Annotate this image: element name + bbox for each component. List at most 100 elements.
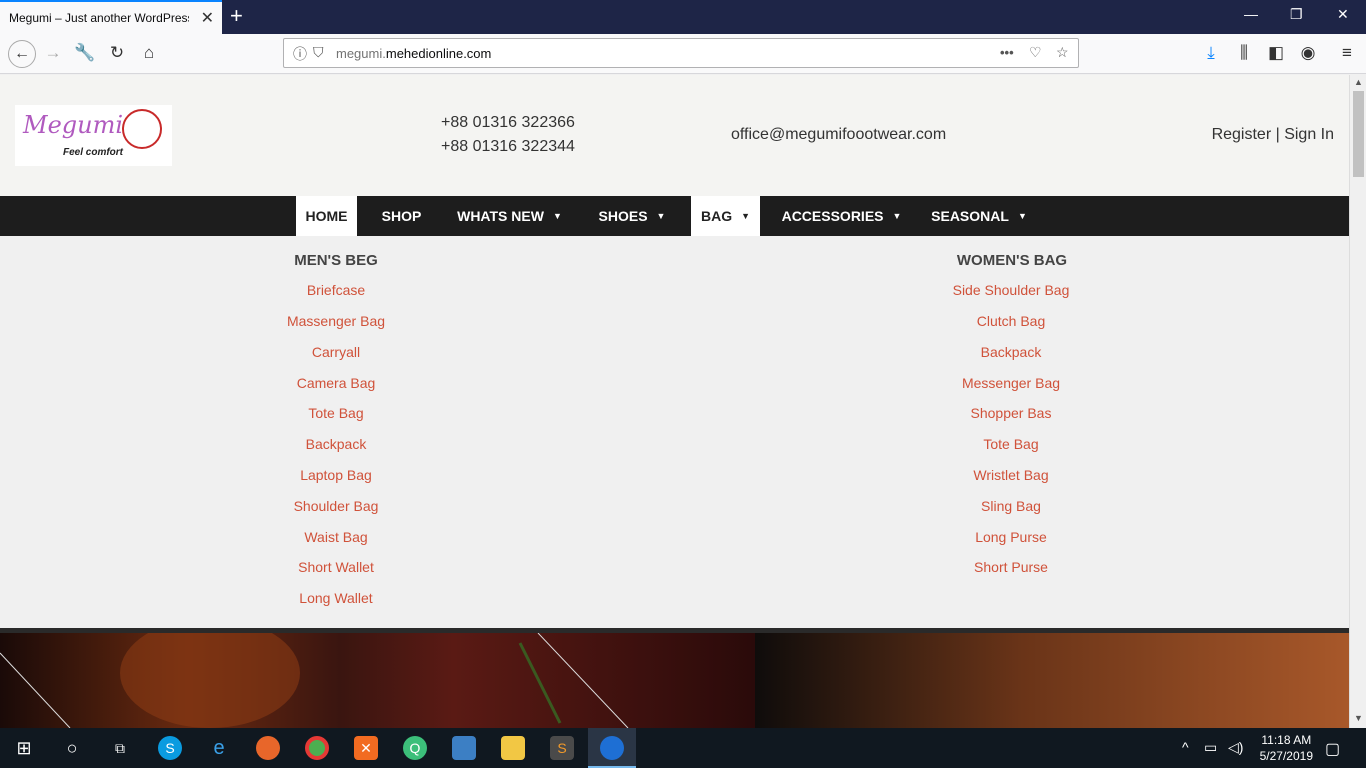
- scroll-down-icon[interactable]: ▼: [1354, 713, 1363, 723]
- menu-shoes-label: SHOES: [598, 208, 648, 224]
- notifications-icon[interactable]: ▢: [1325, 739, 1340, 759]
- firefox-dev-icon[interactable]: [600, 736, 624, 760]
- site-logo[interactable]: Megumi Feel comfort: [15, 105, 172, 166]
- mens-link[interactable]: Carryall: [236, 344, 436, 360]
- url-bar[interactable]: ⓘ ⛉ megumi.mehedionline.com ••• ♡ ☆: [283, 38, 1079, 68]
- caret-down-icon: ▼: [656, 211, 666, 221]
- taskbar-clock[interactable]: 11:18 AM 5/27/2019: [1260, 732, 1313, 764]
- banner-lines: [0, 618, 629, 728]
- caret-down-icon: ▼: [892, 211, 902, 221]
- wrench-icon[interactable]: 🔧: [73, 43, 97, 63]
- shield-icon[interactable]: ⛉: [313, 44, 324, 61]
- firefox-icon[interactable]: [256, 736, 280, 760]
- mens-link[interactable]: Tote Bag: [236, 405, 436, 421]
- clock-time: 11:18 AM: [1261, 733, 1312, 747]
- menu-icon[interactable]: ≡: [1335, 43, 1359, 63]
- browser-tab[interactable]: Megumi – Just another WordPress site ✕: [0, 0, 222, 34]
- register-signin-link[interactable]: Register | Sign In: [1212, 126, 1334, 144]
- page-actions-icon[interactable]: •••: [1000, 45, 1014, 60]
- womens-link[interactable]: Wristlet Bag: [911, 467, 1111, 483]
- forward-icon[interactable]: →: [41, 43, 65, 63]
- tray-chevron-icon[interactable]: ^: [1182, 739, 1189, 755]
- skype-icon[interactable]: S: [158, 736, 182, 760]
- windows-start-icon[interactable]: ⊞: [12, 736, 36, 760]
- edge-icon[interactable]: e: [207, 736, 231, 760]
- library-icon[interactable]: ⫼: [1232, 43, 1256, 63]
- pocket-icon[interactable]: ♡: [1029, 44, 1042, 61]
- mens-link[interactable]: Short Wallet: [236, 559, 436, 575]
- battery-icon[interactable]: ▭: [1204, 739, 1217, 756]
- scroll-up-icon[interactable]: ▲: [1354, 77, 1363, 87]
- windows-taskbar: ⊞ ○ ⧉ S e ✕ Q S ^ ▭ ◁) 11:18 AM 5/27/201…: [0, 728, 1366, 768]
- menu-accessories-label: ACCESSORIES: [781, 208, 884, 224]
- email-address[interactable]: office@megumifoootwear.com: [731, 126, 946, 144]
- womens-link[interactable]: Short Purse: [911, 559, 1111, 575]
- bag-mega-menu: MEN'S BEG Briefcase Massenger Bag Carrya…: [0, 236, 1349, 628]
- xampp-icon[interactable]: ✕: [354, 736, 378, 760]
- womens-link[interactable]: Backpack: [911, 344, 1111, 360]
- download-icon[interactable]: ⤓: [1199, 43, 1223, 63]
- file-explorer-icon[interactable]: [501, 736, 525, 760]
- menu-home-label: HOME: [305, 208, 348, 224]
- womens-link[interactable]: Long Purse: [911, 529, 1111, 545]
- womens-link[interactable]: Clutch Bag: [911, 313, 1111, 329]
- hero-banner: [0, 618, 1349, 728]
- account-icon[interactable]: ◉: [1296, 43, 1320, 63]
- mens-link[interactable]: Laptop Bag: [236, 467, 436, 483]
- phone-number-1: +88 01316 322366: [441, 114, 575, 131]
- search-icon[interactable]: ○: [60, 736, 84, 760]
- menu-bag[interactable]: BAG ▼: [691, 196, 760, 236]
- close-window-icon[interactable]: ✕: [1337, 6, 1349, 23]
- logo-tagline: Feel comfort: [63, 147, 124, 158]
- mens-link[interactable]: Camera Bag: [236, 375, 436, 391]
- logo-figure-icon: [122, 109, 162, 149]
- site-header: Megumi Feel comfort +88 01316 322366 +88…: [0, 75, 1349, 196]
- menu-shoes[interactable]: SHOES ▼: [588, 196, 676, 236]
- caret-down-icon: ▼: [552, 211, 562, 221]
- reload-icon[interactable]: ↻: [105, 43, 129, 63]
- search-app-icon[interactable]: Q: [403, 736, 427, 760]
- menu-shop-label: SHOP: [381, 208, 422, 224]
- mens-link[interactable]: Briefcase: [236, 282, 436, 298]
- menu-whats-new-label: WHATS NEW: [457, 208, 544, 224]
- url-text: megumi.mehedionline.com: [336, 46, 491, 61]
- clock-date: 5/27/2019: [1259, 749, 1313, 763]
- tab-title: Megumi – Just another WordPress site: [9, 11, 189, 25]
- task-view-icon[interactable]: ⧉: [108, 736, 132, 760]
- chrome-icon[interactable]: [305, 736, 329, 760]
- sidebar-icon[interactable]: ◧: [1264, 43, 1288, 63]
- phone-number-2: +88 01316 322344: [441, 138, 575, 155]
- volume-icon[interactable]: ◁): [1228, 739, 1243, 756]
- mens-bag-heading: MEN'S BEG: [294, 252, 378, 269]
- womens-link[interactable]: Shopper Bas: [911, 405, 1111, 421]
- scroll-thumb[interactable]: [1353, 91, 1364, 177]
- minimize-icon[interactable]: —: [1244, 6, 1258, 22]
- page-scrollbar[interactable]: ▲ ▼: [1349, 75, 1366, 728]
- menu-home[interactable]: HOME: [296, 196, 357, 236]
- restore-icon[interactable]: ❐: [1290, 6, 1303, 23]
- mens-link[interactable]: Waist Bag: [236, 529, 436, 545]
- home-icon[interactable]: ⌂: [137, 43, 161, 63]
- app-window-icon[interactable]: [452, 736, 476, 760]
- sublime-text-icon[interactable]: S: [550, 736, 574, 760]
- mens-link[interactable]: Long Wallet: [236, 590, 436, 606]
- info-icon[interactable]: ⓘ: [293, 44, 307, 64]
- bookmark-star-icon[interactable]: ☆: [1056, 44, 1069, 61]
- caret-down-icon: ▼: [1017, 211, 1027, 221]
- mens-link[interactable]: Massenger Bag: [236, 313, 436, 329]
- womens-link[interactable]: Side Shoulder Bag: [911, 282, 1111, 298]
- womens-link[interactable]: Tote Bag: [911, 436, 1111, 452]
- womens-link[interactable]: Messenger Bag: [911, 375, 1111, 391]
- new-tab-button[interactable]: +: [230, 4, 243, 28]
- close-tab-icon[interactable]: ✕: [201, 8, 214, 28]
- menu-whats-new[interactable]: WHATS NEW ▼: [446, 196, 573, 236]
- womens-link[interactable]: Sling Bag: [911, 498, 1111, 514]
- logo-text: Megumi: [23, 111, 124, 139]
- back-icon[interactable]: ←: [8, 40, 36, 68]
- menu-accessories[interactable]: ACCESSORIES ▼: [774, 196, 909, 236]
- menu-shop[interactable]: SHOP: [371, 196, 432, 236]
- mens-link[interactable]: Shoulder Bag: [236, 498, 436, 514]
- menu-seasonal[interactable]: SEASONAL ▼: [924, 196, 1034, 236]
- menu-bag-label: BAG: [700, 208, 733, 224]
- mens-link[interactable]: Backpack: [236, 436, 436, 452]
